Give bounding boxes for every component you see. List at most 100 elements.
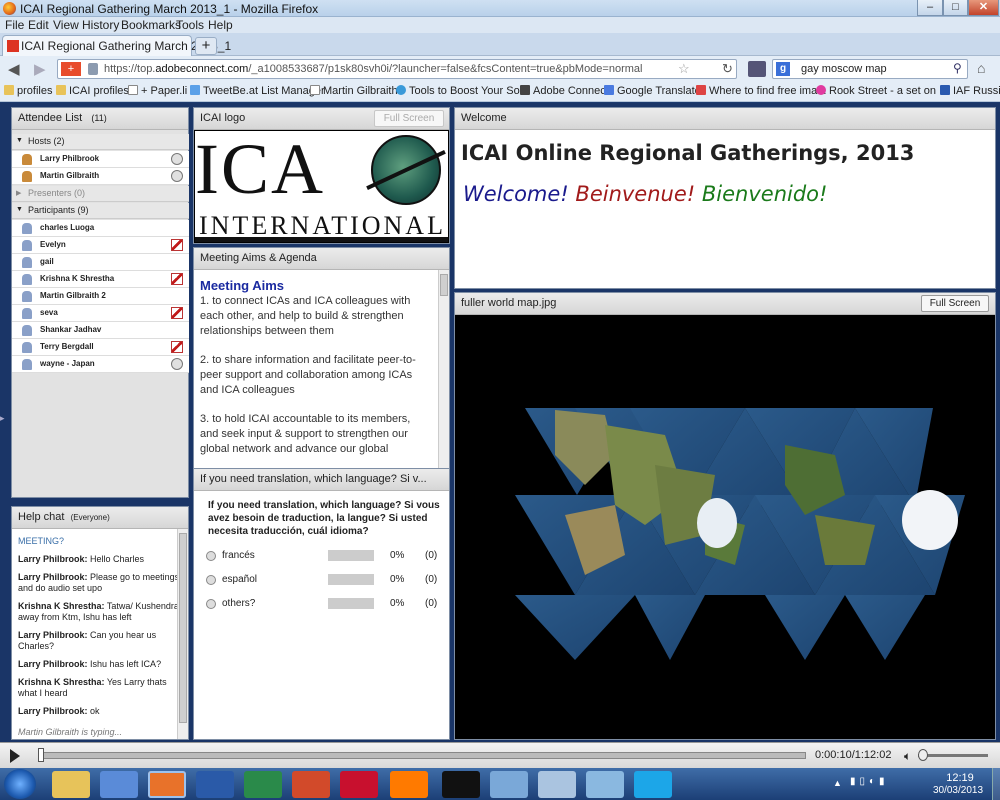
search-field[interactable]: g gay moscow map ⚲ [772,59,968,79]
typing-indicator: Martin Gilbraith is typing... [18,727,123,737]
fullscreen-button[interactable]: Full Screen [374,110,444,127]
attendee-row[interactable]: Terry Bergdall [12,339,189,356]
attendee-row[interactable]: Martin Gilbraith 2 [12,288,189,305]
hosts-section[interactable]: ▼ Hosts (2) [12,134,189,150]
attendee-row[interactable]: charles Luoga [12,220,189,237]
close-window-button[interactable]: ✕ [968,0,999,16]
pod-header: Help chat (Everyone) [12,507,188,529]
radio-button[interactable] [206,599,216,609]
menu-file[interactable]: File [5,18,24,32]
chat-scrollbar[interactable] [177,529,188,739]
attendee-row[interactable]: Shankar Jadhav [12,322,189,339]
system-tray-icons[interactable]: ▮▯◐▮ [850,776,910,790]
play-icon[interactable] [10,749,20,763]
menu-bookmarks[interactable]: Bookmarks [121,18,181,32]
bookmark-item[interactable]: profiles [4,85,52,97]
bookmark-item[interactable]: Google Translate [604,85,701,97]
pod-header: If you need translation, which language?… [194,469,449,491]
attendee-row[interactable]: Evelyn [12,237,189,254]
maximize-button[interactable]: □ [943,0,968,16]
radio-button[interactable] [206,575,216,585]
volume-slider[interactable] [918,754,988,757]
menu-edit[interactable]: Edit [28,18,49,32]
new-tab-button[interactable]: + [195,37,217,55]
addon-icon[interactable] [748,61,766,77]
chat-message: Larry Philbrook: Please go to meetings a… [18,572,180,594]
fullscreen-button[interactable]: Full Screen [921,295,989,312]
collapse-arrow-icon[interactable]: ▸ [0,413,6,433]
bookmark-item[interactable]: Martin Gilbraith [310,85,398,97]
menu-view[interactable]: View [53,18,79,32]
radio-button[interactable] [206,551,216,561]
bookmark-item[interactable]: TweetBe.at List Manager [190,85,325,97]
poll-question: If you need translation, which language?… [208,500,440,537]
paint-icon[interactable] [490,771,528,798]
forward-icon[interactable]: ▶ [34,60,46,78]
tab-active[interactable]: ICAI Regional Gathering March 2013_1 [2,35,231,56]
calculator-icon[interactable] [538,771,576,798]
home-icon[interactable]: ⌂ [977,60,985,76]
result-bar [328,550,374,561]
explorer-icon[interactable] [52,771,90,798]
bookmark-item[interactable]: ICAI profiles [56,85,129,97]
menu-history[interactable]: History [82,18,119,32]
refresh-icon[interactable]: ↻ [722,61,733,77]
poll-option[interactable]: francés 0% (0) [204,549,438,563]
bookmark-item[interactable]: Rook Street - a set on ... [816,85,948,97]
back-icon[interactable]: ◀ [8,60,20,78]
tab-bar: ICAI Regional Gathering March 2013_1 + [0,33,1000,56]
bookmark-item[interactable]: Adobe Connect [520,85,609,97]
attendee-row[interactable]: seva [12,305,189,322]
bookmark-item[interactable]: Where to find free ima... [696,85,826,97]
search-icon[interactable]: ⚲ [953,61,962,75]
volume-icon[interactable]: 🔈︎ [904,749,911,764]
skype-icon[interactable] [634,771,672,798]
pod-title: fuller world map.jpg [461,297,557,309]
attendee-row[interactable]: gail [12,254,189,271]
pod-title: ICAI logo [200,112,246,124]
notes-icon[interactable] [586,771,624,798]
google-plus-icon[interactable]: + [61,62,81,76]
bookmark-item[interactable]: IAF Russia [940,85,1000,97]
user-icon [22,274,32,285]
orange-icon[interactable] [390,771,428,798]
chat-message: Larry Philbrook: Can you hear us Charles… [18,630,180,652]
attendee-row[interactable]: Martin Gilbraith [12,168,189,185]
menu-tools[interactable]: Tools [176,18,204,32]
chat-sender: Krishna K Shrestha: [18,677,105,687]
bookmark-item[interactable]: + Paper.li [128,85,187,97]
user-icon [22,291,32,302]
firefox-taskbar-icon[interactable] [148,771,186,798]
progress-handle[interactable] [38,748,44,762]
progress-track[interactable] [40,752,806,759]
chat-sender: Larry Philbrook: [18,554,88,564]
bookmark-star-icon[interactable]: ☆ [678,61,690,77]
excel-icon[interactable] [244,771,282,798]
blackberry-icon[interactable] [442,771,480,798]
participants-section[interactable]: ▼ Participants (9) [12,203,189,219]
minimize-button[interactable]: – [917,0,943,16]
outlook-icon[interactable] [100,771,138,798]
attendee-row[interactable]: Krishna K Shrestha [12,271,189,288]
poll-option[interactable]: español 0% (0) [204,573,438,587]
menu-help[interactable]: Help [208,18,233,32]
powerpoint-icon[interactable] [292,771,330,798]
presenters-section[interactable]: ▶ Presenters (0) [12,186,189,202]
poll-option[interactable]: others? 0% (0) [204,597,438,611]
word-icon[interactable] [196,771,234,798]
option-label: español [222,574,258,585]
attendee-row[interactable]: wayne - Japan [12,356,189,373]
qik-icon[interactable] [340,771,378,798]
start-button[interactable] [4,769,36,799]
show-hidden-icons[interactable]: ▲ [833,778,842,788]
chat-text: ok [90,706,100,716]
meeting-room: Attendee List (11) ▼ Hosts (2) Larry Phil… [0,103,1000,742]
result-bar [328,598,374,609]
attendee-row[interactable]: Larry Philbrook [12,151,189,168]
show-desktop-button[interactable] [992,768,1000,800]
google-icon[interactable]: g [776,62,790,76]
volume-handle[interactable] [918,749,928,761]
bookmark-item[interactable]: Tools to Boost Your So... [396,85,529,97]
url-bar[interactable]: + https://top.adobeconnect.com/_a1008533… [57,59,737,79]
pod-header: fuller world map.jpg Full Screen [455,293,995,315]
